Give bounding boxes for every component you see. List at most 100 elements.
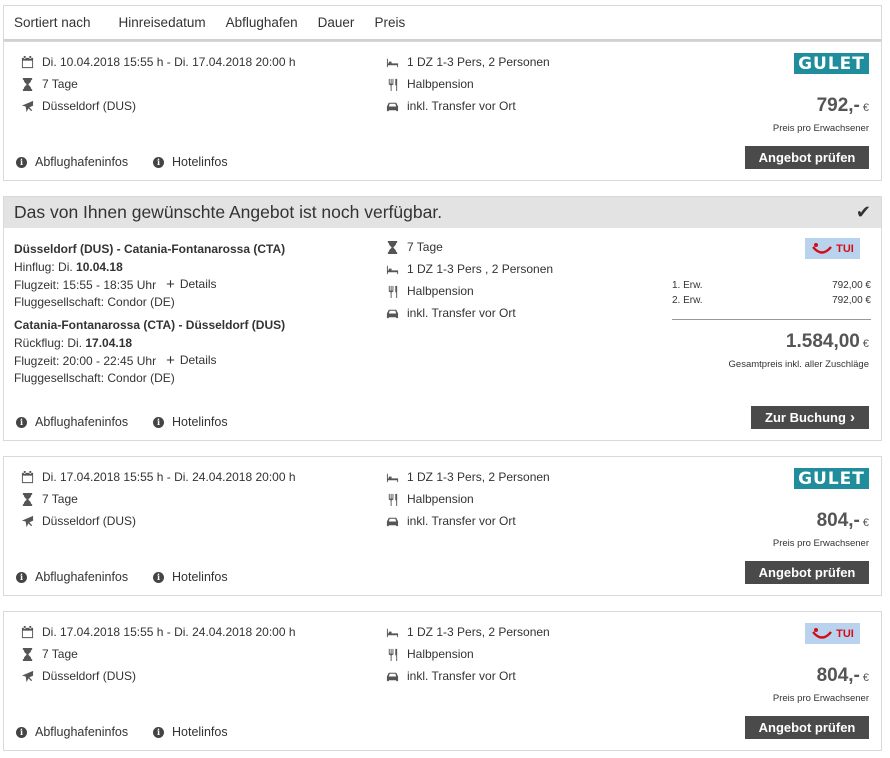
inbound-airline: Fluggesellschaft: Condor (DE) (14, 371, 175, 386)
info-icon: i (153, 416, 164, 428)
outbound-date-line: Hinflug: Di. 10.04.18 (14, 259, 285, 277)
available-board: Halbpension (407, 284, 474, 298)
offer-board-row: Halbpension (385, 76, 474, 92)
car-icon (385, 514, 399, 528)
bed-icon (385, 262, 399, 276)
airport-info-link[interactable]: i Abflughafeninfos (16, 155, 128, 169)
check-offer-button[interactable]: Angebot prüfen (745, 146, 869, 169)
inbound-details-link[interactable]: + Details (166, 352, 216, 370)
details-label: Details (179, 353, 217, 367)
offer-price-note: Preis pro Erwachsener (772, 538, 869, 549)
cutlery-icon (385, 492, 399, 506)
outbound-date-label: Hinflug: Di. (14, 259, 77, 274)
inbound-date-label: Rückflug: Di. (14, 335, 86, 350)
info-icon: i (16, 571, 27, 583)
offer-transfer-row: inkl. Transfer vor Ort (385, 513, 516, 529)
passenger-label: 1. Erw. (672, 280, 703, 291)
offer-board-row: Halbpension (385, 491, 474, 507)
offer-room-row: 1 DZ 1-3 Pers, 2 Personen (385, 54, 550, 70)
airport-info-link[interactable]: i Abflughafeninfos (16, 570, 128, 584)
offer-price: 792,- € (817, 95, 869, 117)
sort-option-hinreisedatum[interactable]: Hinreisedatum (119, 15, 206, 30)
outbound-flight: Düsseldorf (DUS) - Catania-Fontanarossa … (14, 241, 285, 312)
chevron-right-icon: › (849, 409, 855, 426)
offer-price-note: Preis pro Erwachsener (772, 693, 869, 704)
available-offer-card: Das von Ihnen gewünschte Angebot ist noc… (3, 196, 882, 441)
tui-logo: TUI (805, 623, 860, 644)
hotel-info-link[interactable]: i Hotelinfos (153, 415, 228, 429)
plus-icon: + (166, 351, 175, 369)
passenger-price: 792,00 € (832, 280, 871, 291)
inbound-date-line: Rückflug: Di. 17.04.18 (14, 335, 285, 353)
calendar-icon (20, 625, 34, 639)
sort-option-dauer[interactable]: Dauer (318, 15, 355, 30)
inbound-date: 17.04.18 (85, 335, 133, 350)
sort-label: Sortiert nach (14, 15, 91, 30)
offer-duration: 7 Tage (42, 492, 78, 506)
offer-airport-row: Düsseldorf (DUS) (20, 668, 136, 684)
car-icon (385, 669, 399, 683)
hotel-info-label: Hotelinfos (172, 570, 228, 584)
airport-info-link[interactable]: i Abflughafeninfos (16, 725, 128, 739)
offer-duration-row: 7 Tage (20, 491, 78, 507)
plane-icon (20, 669, 34, 683)
cutlery-icon (385, 77, 399, 91)
offer-room-row: 1 DZ 1-3 Pers, 2 Personen (385, 469, 550, 485)
tui-smile-icon (812, 242, 833, 254)
book-button[interactable]: Zur Buchung › (751, 406, 869, 429)
passenger-price: 792,00 € (832, 295, 871, 306)
sort-bar: Sortiert nach Hinreisedatum Abflughafen … (3, 5, 882, 41)
bed-icon (385, 625, 399, 639)
offer-duration: 7 Tage (42, 647, 78, 661)
price-divider (672, 319, 871, 320)
available-transfer-row: inkl. Transfer vor Ort (385, 305, 516, 321)
gulet-logo: GULET (794, 53, 869, 74)
bed-icon (385, 55, 399, 69)
offer-card: Di. 17.04.2018 15:55 h - Di. 24.04.2018 … (3, 611, 882, 751)
outbound-airline: Fluggesellschaft: Condor (DE) (14, 295, 175, 310)
hotel-info-label: Hotelinfos (172, 725, 228, 739)
total-price-note: Gesamtpreis inkl. aller Zuschläge (728, 359, 869, 370)
checkmark-icon: ✔ (855, 202, 871, 222)
available-room-row: 1 DZ 1-3 Pers , 2 Personen (385, 261, 553, 277)
check-offer-button[interactable]: Angebot prüfen (745, 716, 869, 739)
sort-option-abflughafen[interactable]: Abflughafen (226, 15, 298, 30)
plane-icon (20, 99, 34, 113)
sort-option-preis[interactable]: Preis (374, 15, 405, 30)
offer-duration: 7 Tage (42, 77, 78, 91)
offer-transfer: inkl. Transfer vor Ort (407, 514, 516, 528)
info-icon: i (153, 571, 164, 583)
outbound-route: Düsseldorf (DUS) - Catania-Fontanarossa … (14, 242, 286, 256)
offer-room: 1 DZ 1-3 Pers, 2 Personen (407, 470, 550, 484)
hourglass-icon (385, 240, 399, 254)
hotel-info-link[interactable]: i Hotelinfos (153, 155, 228, 169)
availability-headline: Das von Ihnen gewünschte Angebot ist noc… (14, 202, 443, 222)
offer-dates-row: Di. 17.04.2018 15:55 h - Di. 24.04.2018 … (20, 624, 296, 640)
offer-price: 804,- € (817, 510, 869, 532)
check-offer-button[interactable]: Angebot prüfen (745, 561, 869, 584)
hourglass-icon (20, 647, 34, 661)
hotel-info-link[interactable]: i Hotelinfos (153, 725, 228, 739)
offer-dates: Di. 17.04.2018 15:55 h - Di. 24.04.2018 … (42, 625, 296, 639)
gulet-logo: GULET (794, 468, 869, 489)
hotel-info-link[interactable]: i Hotelinfos (153, 570, 228, 584)
info-icon: i (153, 156, 164, 168)
airport-info-link[interactable]: i Abflughafeninfos (16, 415, 128, 429)
offer-duration-row: 7 Tage (20, 76, 78, 92)
available-transfer: inkl. Transfer vor Ort (407, 306, 516, 320)
offer-transfer-row: inkl. Transfer vor Ort (385, 98, 516, 114)
tui-logo-text: TUI (836, 242, 854, 255)
offer-dates: Di. 17.04.2018 15:55 h - Di. 24.04.2018 … (42, 470, 296, 484)
airport-info-label: Abflughafeninfos (35, 415, 129, 429)
outbound-details-link[interactable]: + Details (166, 276, 216, 294)
offer-room-row: 1 DZ 1-3 Pers, 2 Personen (385, 624, 550, 640)
available-duration: 7 Tage (407, 240, 443, 254)
offer-transfer-row: inkl. Transfer vor Ort (385, 668, 516, 684)
offer-airport-row: Düsseldorf (DUS) (20, 513, 136, 529)
offer-transfer: inkl. Transfer vor Ort (407, 669, 516, 683)
offer-price-currency: € (862, 102, 869, 114)
details-label: Details (179, 277, 217, 291)
airport-info-label: Abflughafeninfos (35, 155, 129, 169)
calendar-icon (20, 55, 34, 69)
hotel-info-label: Hotelinfos (172, 415, 228, 429)
